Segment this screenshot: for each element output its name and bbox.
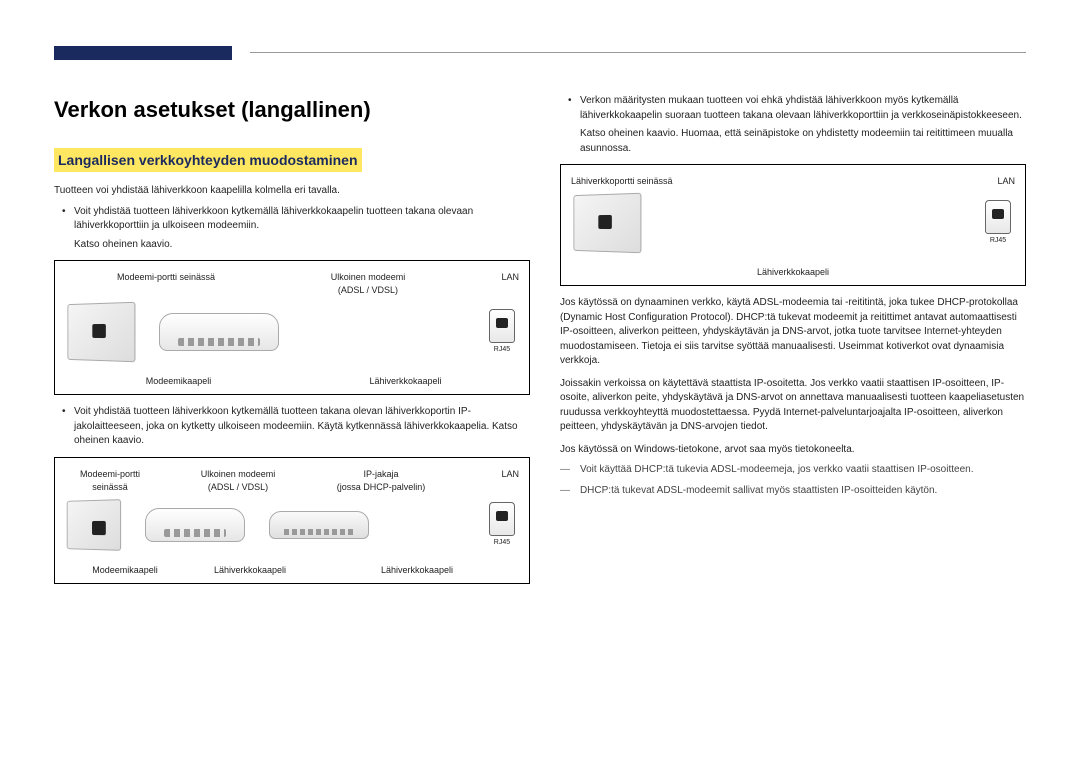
lan-port-icon-3: RJ45 [981, 200, 1015, 246]
label-lan-3: LAN [965, 175, 1015, 188]
bullet-1-text: Voit yhdistää tuotteen lähiverkkoon kytk… [74, 206, 473, 232]
label-lan-2: LAN [469, 468, 519, 481]
intro-text: Tuotteen voi yhdistää lähiverkkoon kaape… [54, 184, 530, 199]
right-bullet-text: Verkon määritysten mukaan tuotteen voi e… [580, 95, 1022, 121]
header-divider [250, 52, 1026, 53]
paragraph-static-ip: Joissakin verkoissa on käytettävä staatt… [560, 377, 1026, 435]
paragraph-dhcp: Jos käytössä on dynaaminen verkko, käytä… [560, 296, 1026, 369]
wall-plate-icon-3 [573, 193, 641, 254]
bullet-item-2: Voit yhdistää tuotteen lähiverkkoon kytk… [74, 405, 530, 449]
label-ext-modem-2: Ulkoinen modeemi (ADSL / VDSL) [183, 468, 293, 494]
label-modem-port: Modeemi-portti seinässä [65, 271, 267, 284]
label-lan-cable-2b: Lähiverkkokaapeli [315, 564, 519, 577]
bullet-2-text: Voit yhdistää tuotteen lähiverkkoon kytk… [74, 406, 518, 446]
label-lan-cable-2a: Lähiverkkokaapeli [185, 564, 315, 577]
section-heading: Langallisen verkkoyhteyden muodostaminen [54, 148, 362, 172]
header-accent-bar [54, 46, 232, 60]
label-lan: LAN [469, 271, 519, 284]
bullet-1-sub: Katso oheinen kaavio. [74, 238, 530, 253]
modem-icon-2 [145, 508, 245, 542]
label-lan-cable-3: Lähiverkkokaapeli [571, 266, 1015, 279]
label-modem-cable-2: Modeemikaapeli [65, 564, 185, 577]
label-lan-cable: Lähiverkkokaapeli [292, 375, 519, 388]
wall-plate-icon-2 [67, 499, 121, 551]
page-title: Verkon asetukset (langallinen) [54, 94, 530, 126]
right-column: Verkon määritysten mukaan tuotteen voi e… [560, 94, 1026, 594]
diagram-ip-sharer: Modeemi-portti seinässä Ulkoinen modeemi… [54, 457, 530, 584]
label-wall-lan-port: Lähiverkkoportti seinässä [571, 175, 731, 188]
diagram-modem-direct: Modeemi-portti seinässä Ulkoinen modeemi… [54, 260, 530, 395]
label-ext-modem: Ulkoinen modeemi (ADSL / VDSL) [267, 271, 469, 297]
label-modem-port-2: Modeemi-portti seinässä [65, 468, 155, 494]
note-dhcp-static: DHCP:tä tukevat ADSL-modeemit sallivat m… [560, 484, 1026, 499]
note-dhcp-adsl: Voit käyttää DHCP:tä tukevia ADSL-modeem… [560, 463, 1026, 478]
right-bullet: Verkon määritysten mukaan tuotteen voi e… [580, 94, 1026, 156]
diagram-wall-direct: Lähiverkkoportti seinässä LAN RJ45 Lähiv… [560, 164, 1026, 286]
modem-icon [159, 313, 279, 351]
lan-port-icon: RJ45 [485, 309, 519, 355]
label-ip-sharer: IP-jakaja (jossa DHCP-palvelin) [321, 468, 441, 494]
paragraph-windows: Jos käytössä on Windows-tietokone, arvot… [560, 443, 1026, 458]
bullet-item-1: Voit yhdistää tuotteen lähiverkkoon kytk… [74, 205, 530, 253]
left-column: Verkon asetukset (langallinen) Langallis… [54, 94, 530, 594]
ip-sharer-icon [269, 511, 369, 539]
wall-plate-icon [67, 302, 135, 363]
label-modem-cable: Modeemikaapeli [65, 375, 292, 388]
lan-port-icon-2: RJ45 [485, 502, 519, 548]
right-bullet-sub: Katso oheinen kaavio. Huomaa, että seinä… [580, 127, 1026, 156]
